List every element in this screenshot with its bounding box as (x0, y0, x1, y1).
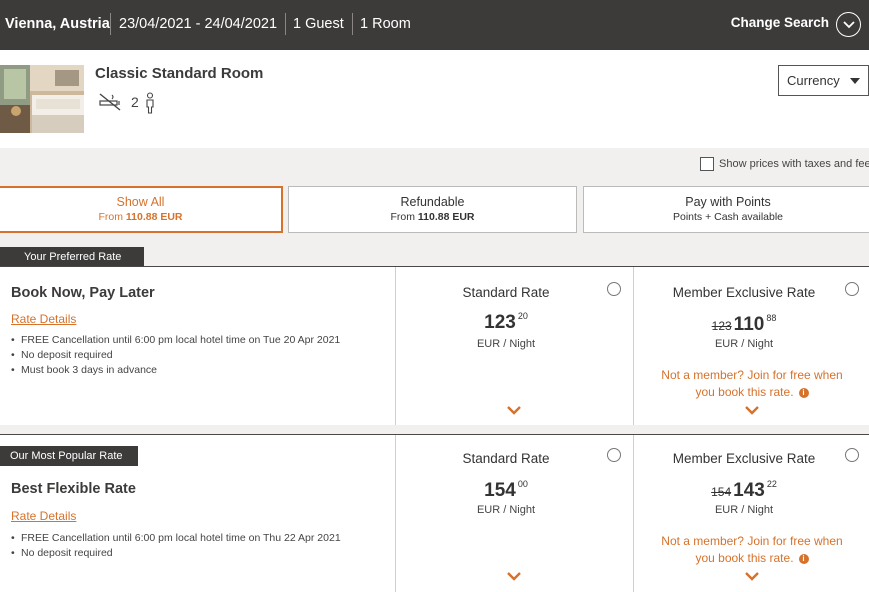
list-item: No deposit required (11, 348, 340, 363)
option-title: Member Exclusive Rate (672, 451, 816, 466)
chevron-down-icon[interactable] (506, 571, 522, 581)
price-cents: 22 (766, 479, 777, 489)
currency-select[interactable]: Currency (778, 65, 869, 96)
rate-details-link[interactable]: Rate Details (11, 509, 76, 523)
option-title: Standard Rate (462, 285, 550, 300)
rate-name: Book Now, Pay Later (11, 285, 155, 301)
search-city: Vienna, Austria (5, 16, 110, 32)
filter-title: Show All (116, 195, 165, 209)
list-item: No deposit required (11, 546, 341, 561)
original-price: 123 (711, 319, 732, 333)
member-rate-radio[interactable] (845, 282, 859, 296)
room-photo[interactable] (0, 65, 84, 133)
divider (0, 425, 869, 434)
filter-title: Pay with Points (685, 195, 771, 209)
filter-subtitle: From 110.88 EUR (289, 211, 576, 223)
price-cents: 00 (517, 479, 528, 489)
chevron-down-icon[interactable] (744, 571, 760, 581)
list-item: FREE Cancellation until 6:00 pm local ho… (11, 333, 340, 348)
rate-tag: Your Preferred Rate (0, 247, 144, 267)
rate-name: Best Flexible Rate (11, 481, 136, 497)
filter-subtitle: Points + Cash available (584, 211, 869, 223)
standard-rate-radio[interactable] (607, 448, 621, 462)
filter-title: Refundable (400, 195, 465, 209)
price-cents: 20 (517, 311, 528, 321)
info-icon[interactable]: i (798, 554, 809, 564)
option-price: 123 110 88 (634, 313, 854, 336)
option-title: Member Exclusive Rate (672, 285, 816, 300)
rate-details-link[interactable]: Rate Details (11, 312, 76, 326)
divider (110, 13, 111, 35)
join-promo[interactable]: Not a member? Join for free when you boo… (644, 367, 860, 401)
promo-line: you book this rate. (695, 385, 794, 399)
caret-down-icon (850, 78, 860, 84)
filter-subtitle: From 110.88 EUR (0, 211, 281, 223)
rate-conditions: FREE Cancellation until 6:00 pm local ho… (11, 531, 341, 561)
filter-refundable[interactable]: Refundable From 110.88 EUR (288, 186, 577, 233)
search-dates: 23/04/2021 - 24/04/2021 (119, 16, 278, 32)
list-item: Must book 3 days in advance (11, 363, 340, 378)
currency-label: Currency (787, 73, 840, 88)
filter-subtitle-value: 110.88 EUR (125, 211, 183, 223)
price-unit: EUR / Night (714, 504, 774, 516)
chevron-down-icon[interactable] (744, 405, 760, 415)
member-rate-option[interactable]: Member Exclusive Rate 154 143 22 EUR / Nig… (633, 435, 869, 592)
filter-show-all[interactable]: Show All From 110.88 EUR (0, 186, 283, 233)
option-price: 123 20 (396, 311, 616, 334)
price-amount: 143 (733, 480, 765, 501)
no-smoking-icon (99, 93, 121, 111)
option-title: Standard Rate (462, 451, 550, 466)
standard-rate-option[interactable]: Standard Rate 123 20 EUR / Night (395, 267, 633, 425)
standard-rate-option[interactable]: Standard Rate 154 00 EUR / Night (395, 435, 633, 592)
change-search-toggle[interactable] (836, 12, 861, 37)
original-price: 154 (711, 485, 732, 499)
price-amount: 110 (733, 314, 765, 335)
person-icon (146, 92, 154, 114)
member-rate-radio[interactable] (845, 448, 859, 462)
chevron-down-icon[interactable] (506, 405, 522, 415)
taxes-checkbox[interactable] (700, 157, 714, 171)
filter-pay-with-points[interactable]: Pay with Points Points + Cash available (583, 186, 869, 233)
rate-card: Book Now, Pay Later Rate Details FREE Ca… (0, 266, 869, 425)
search-summary-bar: Vienna, Austria 23/04/2021 - 24/04/2021 … (0, 0, 869, 50)
promo-line: Not a member? Join for free when (661, 534, 843, 548)
change-search-button[interactable]: Change Search (731, 15, 829, 30)
price-cents: 88 (766, 313, 777, 323)
member-rate-option[interactable]: Member Exclusive Rate 123 110 88 EUR / Nig… (633, 267, 869, 425)
filter-subtitle-prefix: Points + Cash available (672, 211, 784, 223)
room-name: Classic Standard Room (95, 65, 264, 82)
rate-info: Book Now, Pay Later Rate Details FREE Ca… (0, 267, 395, 425)
chevron-down-icon (843, 21, 855, 29)
promo-line: Not a member? Join for free when (661, 368, 843, 382)
option-price: 154 143 22 (634, 479, 854, 502)
rate-tag: Our Most Popular Rate (0, 446, 138, 466)
taxes-label: Show prices with taxes and fees (719, 158, 869, 170)
filter-subtitle-prefix: From (98, 211, 126, 223)
info-icon[interactable]: i (798, 388, 809, 398)
list-item: FREE Cancellation until 6:00 pm local ho… (11, 531, 341, 546)
promo-line: you book this rate. (695, 551, 794, 565)
filter-subtitle-value: 110.88 EUR (417, 211, 475, 223)
divider (352, 13, 353, 35)
join-promo[interactable]: Not a member? Join for free when you boo… (644, 533, 860, 567)
price-unit: EUR / Night (714, 338, 774, 350)
room-photo-image (0, 65, 84, 133)
price-amount: 123 (484, 312, 516, 333)
standard-rate-radio[interactable] (607, 282, 621, 296)
price-unit: EUR / Night (476, 338, 536, 350)
price-amount: 154 (484, 480, 516, 501)
rate-conditions: FREE Cancellation until 6:00 pm local ho… (11, 333, 340, 378)
filter-subtitle-prefix: From (390, 211, 418, 223)
search-guests: 1 Guest (293, 16, 344, 32)
divider (285, 13, 286, 35)
price-unit: EUR / Night (476, 504, 536, 516)
option-price: 154 00 (396, 479, 616, 502)
search-rooms: 1 Room (360, 16, 411, 32)
max-occupancy: 2 (131, 94, 139, 110)
